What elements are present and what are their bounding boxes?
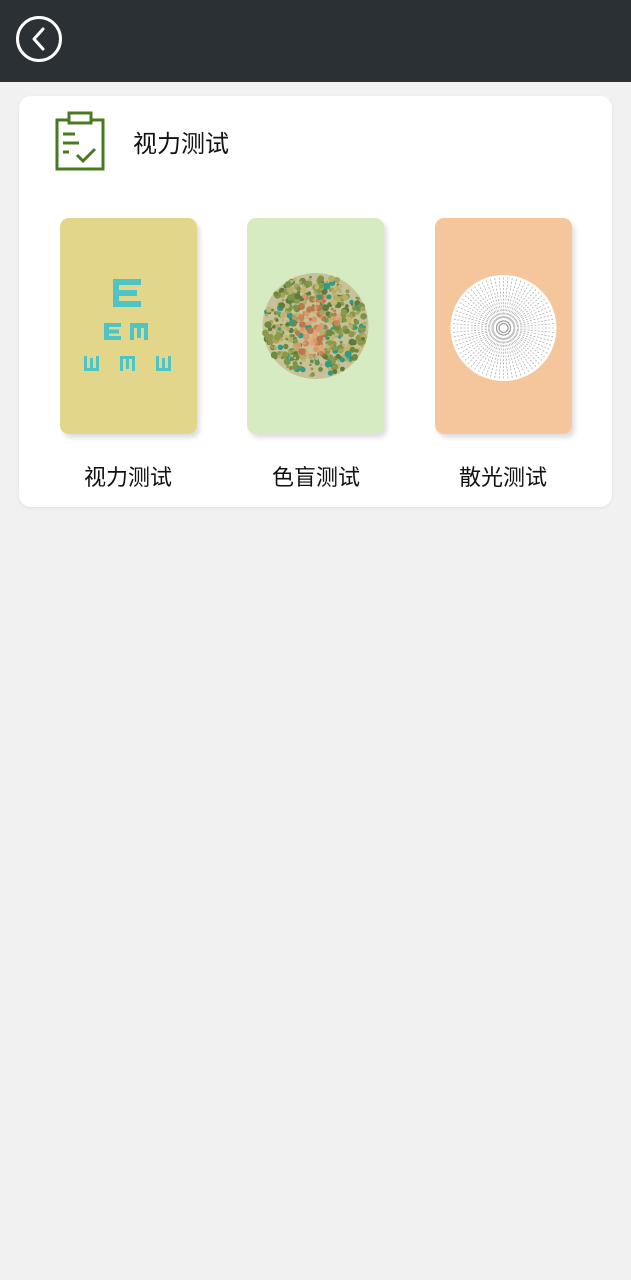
astigmatism-test-label[interactable]: 散光测试 bbox=[413, 460, 593, 492]
back-button[interactable] bbox=[16, 16, 62, 62]
card-title: 视力测试 bbox=[133, 129, 229, 158]
clipboard-check-icon bbox=[55, 111, 105, 171]
astigmatism-test-tile[interactable] bbox=[435, 218, 572, 434]
color-blind-test-tile[interactable] bbox=[247, 218, 384, 434]
top-bar bbox=[0, 0, 631, 82]
vision-test-label[interactable]: 视力测试 bbox=[38, 460, 218, 492]
astigmatism-dial-icon bbox=[450, 275, 557, 381]
vision-test-card: 视力测试 视力测试 色盲测试 散光测试 bbox=[19, 96, 612, 507]
card-header: 视力测试 bbox=[55, 111, 229, 171]
vision-test-tile[interactable] bbox=[60, 218, 197, 434]
color-blind-test-label[interactable]: 色盲测试 bbox=[226, 460, 406, 492]
chevron-left-icon bbox=[32, 27, 45, 51]
ishihara-plate-icon bbox=[262, 273, 369, 379]
eye-chart-icon bbox=[84, 279, 171, 371]
